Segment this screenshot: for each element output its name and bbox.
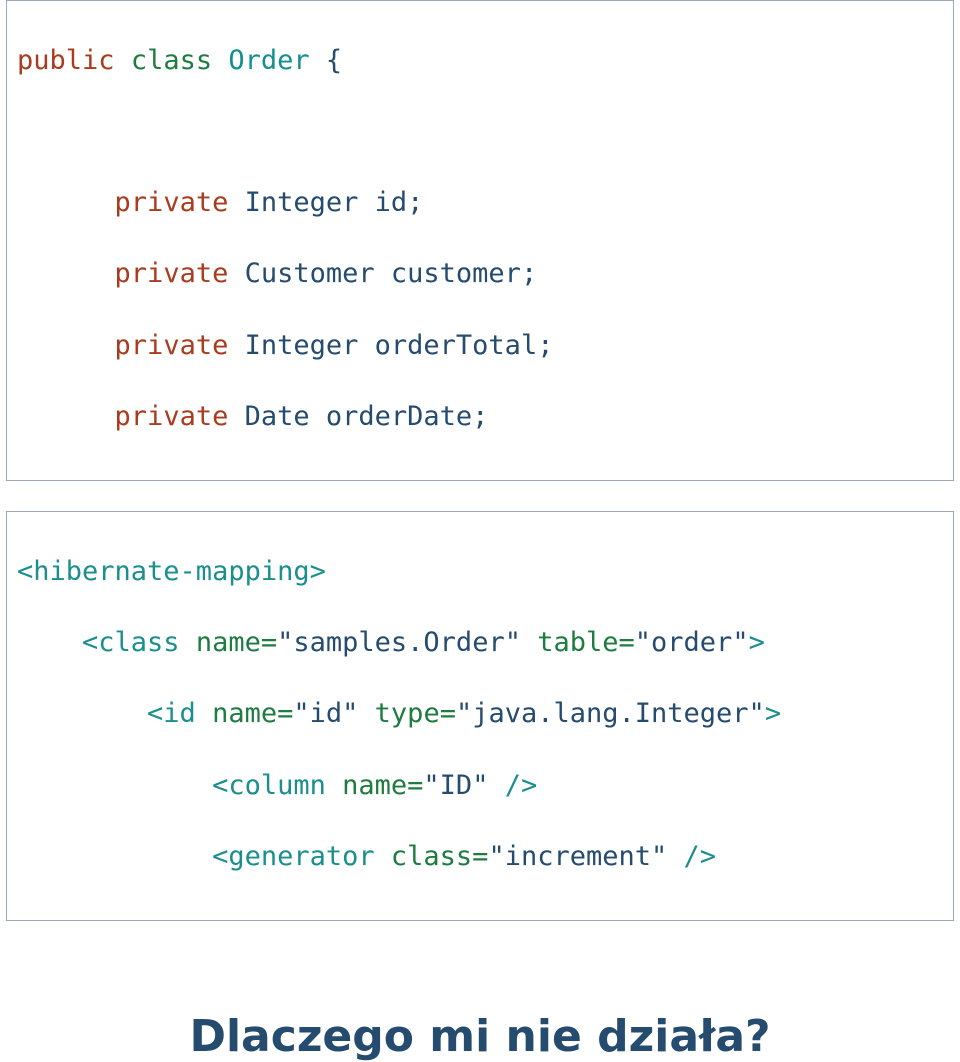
- space: [521, 627, 537, 658]
- attr-value: "java.lang.Integer": [456, 698, 765, 729]
- keyword-class: class: [131, 45, 212, 76]
- attr-value: "order": [635, 627, 749, 658]
- xml-tag: <id: [147, 698, 196, 729]
- indent: [17, 770, 212, 801]
- code-line: private Integer orderTotal;: [17, 328, 943, 364]
- keyword-private: private: [115, 187, 229, 218]
- attr-value: "increment": [488, 841, 667, 872]
- indent: [17, 627, 82, 658]
- field-decl: Date orderDate;: [228, 401, 488, 432]
- attr-name: name=: [212, 698, 293, 729]
- attr-name: name=: [342, 770, 423, 801]
- brace-open: {: [310, 45, 343, 76]
- code-line: public class Order {: [17, 43, 943, 79]
- indent: [17, 401, 115, 432]
- attr-value: "ID": [423, 770, 488, 801]
- tag-close: />: [667, 841, 716, 872]
- indent: [17, 187, 115, 218]
- tag-close: />: [488, 770, 537, 801]
- code-line: private Integer id;: [17, 185, 943, 221]
- indent: [17, 330, 115, 361]
- keyword-public: public: [17, 45, 115, 76]
- space: [326, 770, 342, 801]
- keyword-private: private: [115, 258, 229, 289]
- xml-code-box: <hibernate-mapping> <class name="samples…: [6, 511, 954, 921]
- code-line: private Customer customer;: [17, 256, 943, 292]
- xml-tag: <class: [82, 627, 180, 658]
- attr-value: "samples.Order": [277, 627, 521, 658]
- attr-name: table=: [537, 627, 635, 658]
- space: [115, 45, 131, 76]
- xml-tag: <column: [212, 770, 326, 801]
- keyword-private: private: [115, 330, 229, 361]
- page-title: Dlaczego mi nie działa?: [0, 1011, 960, 1062]
- code-line: private Date orderDate;: [17, 399, 943, 435]
- space: [180, 627, 196, 658]
- indent: [17, 258, 115, 289]
- tag-close: >: [749, 627, 765, 658]
- space: [358, 698, 374, 729]
- code-line: <generator class="increment" />: [17, 839, 943, 875]
- code-line: <id name="id" type="java.lang.Integer">: [17, 696, 943, 732]
- field-decl: Customer customer;: [228, 258, 537, 289]
- attr-name: name=: [196, 627, 277, 658]
- space: [212, 45, 228, 76]
- keyword-private: private: [115, 401, 229, 432]
- code-line: <class name="samples.Order" table="order…: [17, 625, 943, 661]
- class-name: Order: [228, 45, 309, 76]
- code-line-blank: [17, 114, 943, 150]
- xml-tag: <generator: [212, 841, 375, 872]
- attr-name: class=: [391, 841, 489, 872]
- attr-name: type=: [375, 698, 456, 729]
- indent: [17, 698, 147, 729]
- xml-tag: <hibernate-mapping>: [17, 556, 326, 587]
- code-line: <column name="ID" />: [17, 768, 943, 804]
- indent: [17, 841, 212, 872]
- space: [196, 698, 212, 729]
- field-decl: Integer orderTotal;: [228, 330, 553, 361]
- tag-close: >: [765, 698, 781, 729]
- code-line: <hibernate-mapping>: [17, 554, 943, 590]
- attr-value: "id": [293, 698, 358, 729]
- spacer: [0, 481, 960, 511]
- space: [375, 841, 391, 872]
- field-decl: Integer id;: [228, 187, 423, 218]
- java-code-box: public class Order { private Integer id;…: [6, 0, 954, 481]
